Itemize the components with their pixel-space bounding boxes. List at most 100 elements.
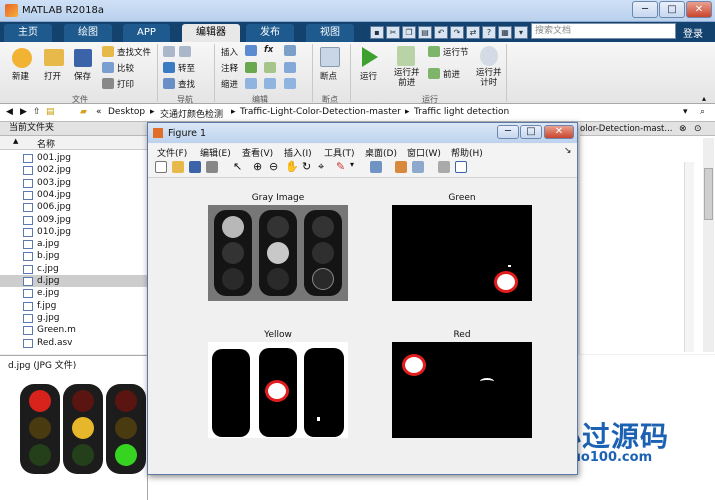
- run-button[interactable]: 运行: [360, 70, 377, 82]
- comment-percent-icon[interactable]: [245, 62, 257, 73]
- minimize-button[interactable]: ─: [632, 1, 658, 18]
- quick-help-icon[interactable]: ?: [482, 26, 496, 39]
- rotate-3d-icon[interactable]: ↻: [302, 160, 311, 173]
- menu-insert[interactable]: 插入(I): [284, 146, 312, 159]
- new-figure-icon[interactable]: [155, 161, 167, 173]
- quick-undo-icon[interactable]: ↶: [434, 26, 448, 39]
- print-button[interactable]: 打印: [117, 78, 134, 90]
- column-header[interactable]: 名称 ▲: [0, 136, 148, 150]
- nav-forward-icon[interactable]: [179, 46, 191, 57]
- file-list-item[interactable]: 002.jpg: [0, 164, 148, 176]
- compare-button[interactable]: 比较: [117, 62, 134, 74]
- tab-apps[interactable]: APP: [123, 24, 170, 42]
- figure-canvas[interactable]: Gray Image Green Yellow Red: [150, 179, 575, 473]
- figure-minimize-button[interactable]: ─: [497, 125, 519, 139]
- edit-plot-arrow-icon[interactable]: ↖: [233, 160, 242, 173]
- figure-window[interactable]: Figure 1 ─ □ ✕ 文件(F) 编辑(E) 查看(V) 插入(I) 工…: [147, 122, 578, 475]
- search-icon[interactable]: ⌕: [663, 25, 669, 36]
- figure-title-bar[interactable]: Figure 1 ─ □ ✕: [148, 123, 577, 143]
- new-button[interactable]: 新建: [12, 70, 29, 82]
- tab-plots[interactable]: 绘图: [64, 24, 112, 42]
- wrap-comment-icon[interactable]: [284, 62, 296, 73]
- zoom-out-icon[interactable]: ⊖: [269, 160, 278, 173]
- insert-section-icon[interactable]: [245, 45, 257, 56]
- tab-view[interactable]: 视图: [306, 24, 354, 42]
- maximize-button[interactable]: □: [659, 1, 685, 18]
- file-list-item[interactable]: c.jpg: [0, 263, 148, 275]
- scrollbar-thumb[interactable]: [704, 168, 713, 220]
- zoom-in-icon[interactable]: ⊕: [253, 160, 262, 173]
- indent-button[interactable]: 缩进: [221, 78, 238, 90]
- back-arrow-icon[interactable]: ◀: [6, 107, 13, 117]
- open-button[interactable]: 打开: [44, 70, 61, 82]
- save-button[interactable]: 保存: [74, 70, 91, 82]
- hide-tools-icon[interactable]: [438, 161, 450, 173]
- breadcrumb-more[interactable]: «: [96, 107, 102, 117]
- address-dropdown-icon[interactable]: ▾: [683, 107, 688, 117]
- file-list-item[interactable]: 001.jpg: [0, 152, 148, 164]
- menu-edit[interactable]: 编辑(E): [200, 146, 231, 159]
- nav-back-icon[interactable]: [163, 46, 175, 57]
- data-cursor-icon[interactable]: ⌖: [318, 160, 324, 174]
- collapse-ribbon-icon[interactable]: ▴: [702, 94, 706, 103]
- login-button[interactable]: 登录: [683, 25, 703, 40]
- pane-close-icon[interactable]: ⊗: [679, 124, 687, 134]
- run-advance-button[interactable]: 运行并 前进: [394, 68, 420, 88]
- open-file-icon[interactable]: [172, 161, 184, 173]
- link-plot-icon[interactable]: [370, 161, 382, 173]
- file-list-item[interactable]: f.jpg: [0, 300, 148, 312]
- find-button[interactable]: 查找: [178, 78, 195, 90]
- pane-menu-icon[interactable]: ⊙: [694, 124, 702, 134]
- pan-hand-icon[interactable]: ✋: [285, 160, 299, 173]
- insert-table-icon[interactable]: [284, 45, 296, 56]
- file-list-item[interactable]: 009.jpg: [0, 214, 148, 226]
- breadcrumb-project[interactable]: 交通灯颜色检测: [160, 107, 223, 120]
- tab-home[interactable]: 主页: [4, 24, 52, 42]
- decrease-indent-icon[interactable]: [284, 78, 296, 89]
- breadcrumb-desktop[interactable]: Desktop: [108, 107, 145, 117]
- breadcrumb-current[interactable]: Traffic light detection: [414, 107, 509, 117]
- run-time-button[interactable]: 运行并 计时: [476, 68, 502, 88]
- forward-arrow-icon[interactable]: ▶: [20, 107, 27, 117]
- file-list-item[interactable]: Red.asv: [0, 337, 148, 349]
- menu-view[interactable]: 查看(V): [242, 146, 273, 159]
- menu-tools[interactable]: 工具(T): [324, 146, 355, 159]
- run-section-button[interactable]: 运行节: [443, 46, 469, 58]
- file-list-item[interactable]: 004.jpg: [0, 189, 148, 201]
- menu-desktop[interactable]: 桌面(D): [365, 146, 397, 159]
- browse-folder-icon[interactable]: ▤: [46, 107, 55, 117]
- smart-indent-icon[interactable]: [245, 78, 257, 89]
- breadcrumb-repo[interactable]: Traffic-Light-Color-Detection-master: [240, 107, 401, 117]
- quick-switch-icon[interactable]: ⇄: [466, 26, 480, 39]
- quick-layout-icon[interactable]: ▦: [498, 26, 512, 39]
- file-list-item[interactable]: 010.jpg: [0, 226, 148, 238]
- goto-button[interactable]: 转至: [178, 62, 195, 74]
- figure-maximize-button[interactable]: □: [520, 125, 542, 139]
- tab-publish[interactable]: 发布: [246, 24, 294, 42]
- save-figure-icon[interactable]: [189, 161, 201, 173]
- comment-button[interactable]: 注释: [221, 62, 238, 74]
- quick-save-icon[interactable]: ▪: [370, 26, 384, 39]
- insert-button[interactable]: 插入: [221, 46, 238, 58]
- show-tools-icon[interactable]: [455, 161, 467, 173]
- file-list-item[interactable]: g.jpg: [0, 312, 148, 324]
- folder-up-icon[interactable]: ⇧: [33, 107, 41, 117]
- close-button[interactable]: ✕: [686, 1, 712, 18]
- menu-file[interactable]: 文件(F): [157, 146, 187, 159]
- editor-pane-tab[interactable]: olor-Detection-mast...: [580, 124, 673, 134]
- file-list-item[interactable]: e.jpg: [0, 287, 148, 299]
- figure-close-button[interactable]: ✕: [544, 125, 574, 139]
- menu-window[interactable]: 窗口(W): [407, 146, 441, 159]
- quick-paste-icon[interactable]: ▤: [418, 26, 432, 39]
- legend-icon[interactable]: [412, 161, 424, 173]
- quick-menu-icon[interactable]: ▾: [514, 26, 528, 39]
- find-files-button[interactable]: 查找文件: [117, 46, 151, 58]
- colorbar-icon[interactable]: [395, 161, 407, 173]
- fx-button[interactable]: fx: [264, 45, 273, 55]
- breakpoints-button[interactable]: 断点: [320, 70, 337, 82]
- file-list-item[interactable]: a.jpg: [0, 238, 148, 250]
- file-list-item[interactable]: Green.m: [0, 324, 148, 336]
- vertical-scrollbar[interactable]: [703, 138, 714, 352]
- file-list-item[interactable]: 006.jpg: [0, 201, 148, 213]
- menu-dock-icon[interactable]: ↘: [564, 146, 572, 156]
